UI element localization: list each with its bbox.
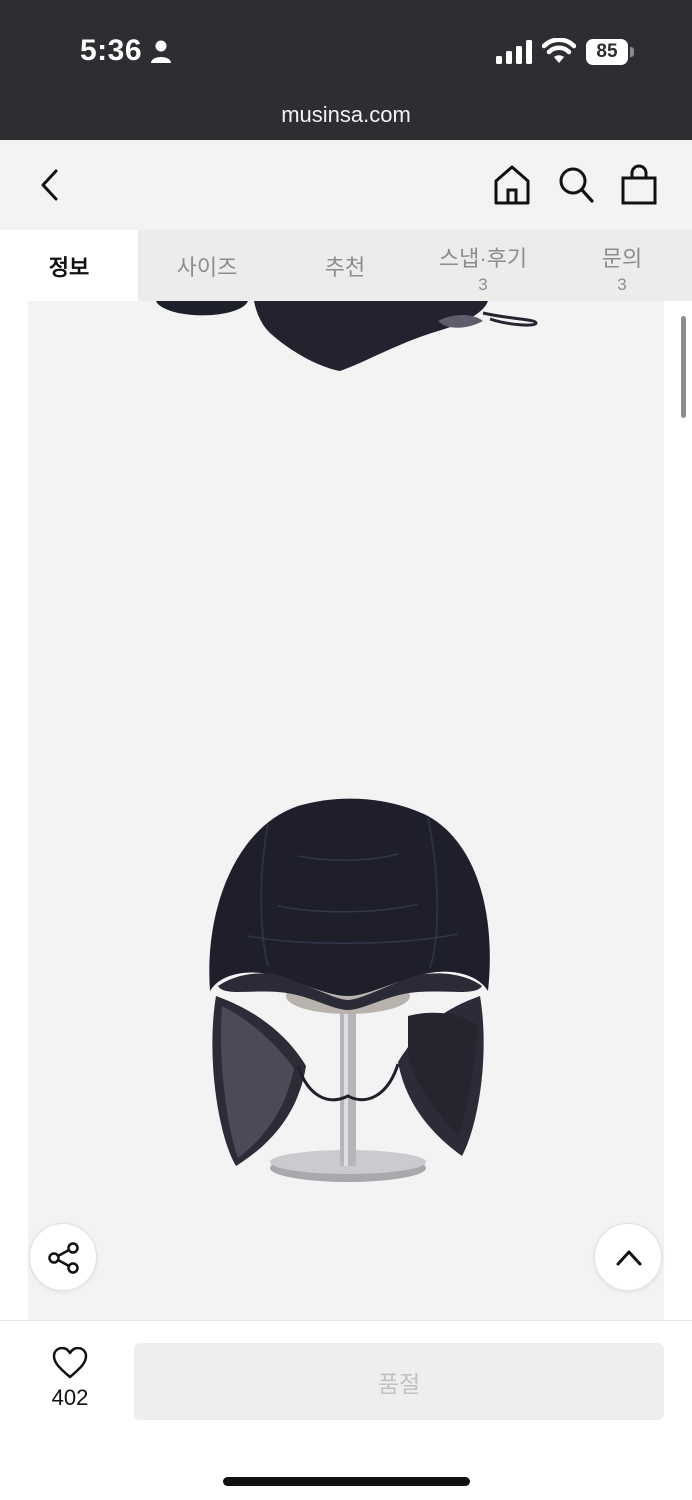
- back-icon[interactable]: [34, 166, 68, 204]
- like-count: 402: [51, 1385, 89, 1410]
- battery-icon: 85: [586, 39, 634, 65]
- home-icon[interactable]: [492, 164, 532, 206]
- tab-label: 사이즈: [176, 254, 238, 280]
- tab-size[interactable]: 사이즈: [138, 230, 276, 301]
- status-time: 5:36: [80, 34, 143, 67]
- battery-cap: [630, 47, 634, 57]
- tab-label: 추천: [324, 254, 366, 280]
- battery-level: 85: [586, 39, 628, 65]
- purchase-bar: 402 품절: [0, 1320, 692, 1500]
- wifi-icon: [542, 38, 576, 63]
- home-indicator[interactable]: [223, 1477, 470, 1486]
- tab-count: 3: [617, 274, 627, 294]
- tab-recommend[interactable]: 추천: [276, 230, 414, 301]
- heart-icon: [52, 1347, 88, 1379]
- scroll-top-button[interactable]: [594, 1223, 662, 1291]
- page-scrollbar[interactable]: [681, 316, 686, 418]
- url-label[interactable]: musinsa.com: [0, 102, 692, 128]
- like-button[interactable]: 402: [30, 1347, 110, 1410]
- tab-count: 3: [478, 274, 488, 294]
- bag-icon[interactable]: [620, 164, 658, 206]
- person-icon: [151, 40, 171, 63]
- share-icon: [48, 1242, 79, 1274]
- tab-inquiry[interactable]: 문의 3: [552, 230, 692, 301]
- chevron-up-icon: [616, 1250, 642, 1266]
- tab-label: 정보: [48, 254, 90, 280]
- app-header: [0, 140, 692, 230]
- tab-snap-review[interactable]: 스냅·후기 3: [414, 230, 552, 301]
- tab-label: 스냅·후기: [438, 245, 528, 271]
- product-tabs: 정보 사이즈 추천 스냅·후기 3 문의 3: [0, 230, 692, 301]
- signal-icon: [496, 40, 532, 64]
- status-bar: 5:36 85 musinsa.com: [0, 0, 692, 140]
- product-image-hat: [209, 798, 490, 1182]
- tab-info[interactable]: 정보: [0, 230, 138, 301]
- soldout-button[interactable]: 품절: [134, 1343, 664, 1420]
- product-image-top: [156, 301, 538, 371]
- search-icon[interactable]: [557, 165, 595, 205]
- tab-label: 문의: [601, 245, 643, 271]
- product-image-area: [28, 301, 664, 1320]
- share-button[interactable]: [29, 1223, 97, 1291]
